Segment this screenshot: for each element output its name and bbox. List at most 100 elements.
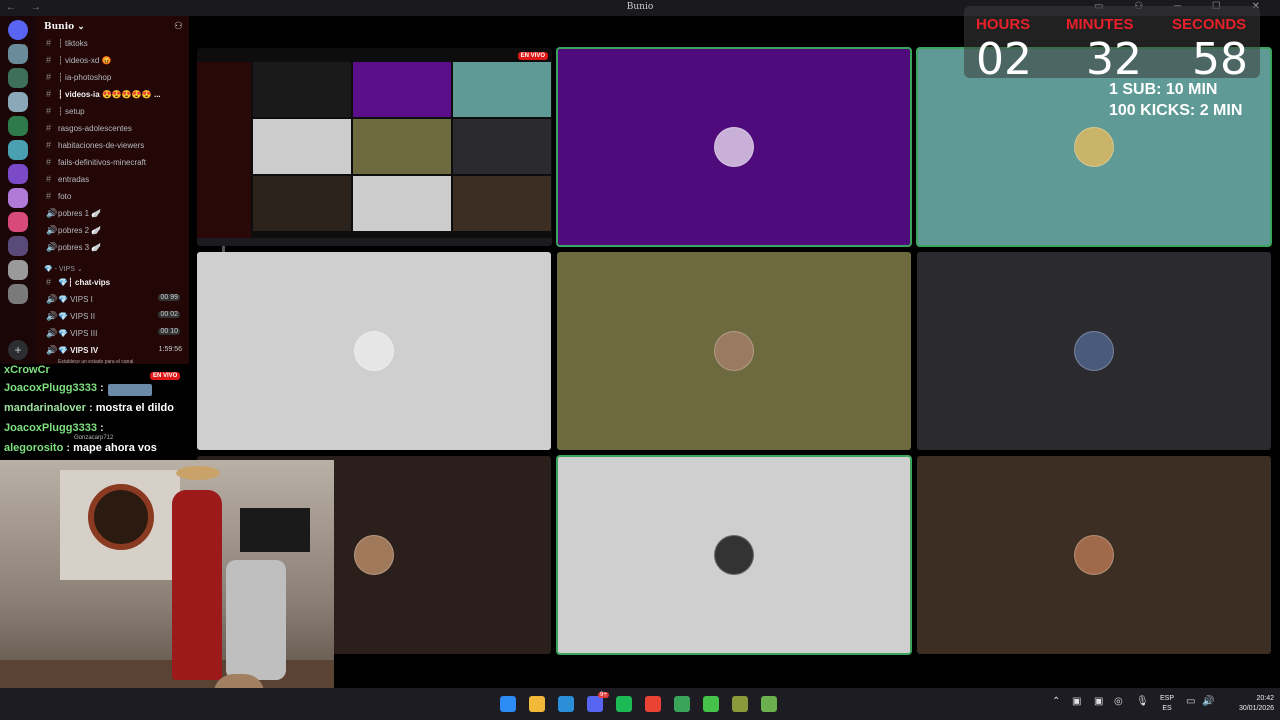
server-icon[interactable]: [8, 116, 28, 136]
channel-item[interactable]: 🔊 pobres 2 🪽: [36, 223, 186, 239]
file-explorer-icon[interactable]: [529, 696, 545, 712]
speaker-icon: 🔊: [46, 328, 58, 338]
display-icon[interactable]: ▭: [1186, 696, 1195, 707]
webcam-poster-hole: [88, 484, 154, 550]
seconds-value: 58: [1192, 34, 1248, 85]
user-limit-badge: 00 10: [158, 328, 180, 335]
subathon-timer: HOURS MINUTES SECONDS 02 32 58: [964, 6, 1260, 85]
user-limit-badge: 00 02: [158, 311, 180, 318]
channel-item[interactable]: # ┆ setup: [36, 104, 186, 120]
server-name[interactable]: Bunio ⌄: [44, 22, 85, 32]
mini-taskbar: [197, 238, 552, 246]
participant-tile[interactable]: [557, 252, 911, 450]
mini-video-tile: [353, 62, 451, 117]
channel-label: pobres 2 🪽: [58, 226, 102, 235]
participant-tile[interactable]: [197, 252, 551, 450]
spotify-icon[interactable]: [616, 696, 632, 712]
chat-username: xCrowCr: [4, 364, 50, 376]
ccleaner-icon[interactable]: [558, 696, 574, 712]
channel-item[interactable]: # fails-definitivos-minecraft: [36, 155, 186, 171]
channel-item[interactable]: # foto: [36, 189, 186, 205]
hash-icon: #: [46, 89, 52, 99]
participant-avatar: [354, 331, 394, 371]
tray-app-icon-2[interactable]: ▣: [1094, 696, 1103, 707]
volume-icon[interactable]: 🔊: [1202, 696, 1214, 707]
channel-item[interactable]: # ┆ tiktoks: [36, 36, 186, 52]
stream-chat-overlay: EN VIVO xCrowCr JoacoxPlugg3333 : mandari…: [0, 364, 190, 460]
speaker-icon: 🔊: [46, 242, 58, 252]
participant-avatar: [1074, 331, 1114, 371]
channel-label: 💎 VIPS I: [58, 295, 93, 304]
channel-item[interactable]: 🔊 pobres 3 🪽: [36, 240, 186, 256]
server-icon[interactable]: [8, 188, 28, 208]
chrome-icon[interactable]: [645, 696, 661, 712]
channel-item[interactable]: # entradas: [36, 172, 186, 188]
add-member-icon[interactable]: ⚇: [174, 21, 183, 32]
channel-item[interactable]: 🔊 💎 VIPS I 00 99: [36, 292, 186, 308]
voice-user-name: Gonzacarp712: [74, 435, 114, 441]
channel-label: entradas: [58, 175, 90, 184]
participant-tile[interactable]: [556, 47, 912, 247]
speaker-icon: 🔊: [46, 311, 58, 321]
hash-icon: #: [46, 38, 52, 48]
participant-avatar: [1074, 535, 1114, 575]
channel-item[interactable]: 🔊 💎 VIPS II 00 02: [36, 309, 186, 325]
channel-label: pobres 3 🪽: [58, 243, 102, 252]
hash-icon: #: [46, 277, 52, 287]
server-icon[interactable]: [8, 236, 28, 256]
channel-item[interactable]: # ┆ videos-xd 😡: [36, 53, 186, 69]
add-server-icon[interactable]: +: [8, 340, 28, 360]
chat-text: mostra el dildo: [95, 402, 174, 414]
screen-share-tile[interactable]: EN VIVO: [197, 48, 552, 246]
discord-icon[interactable]: [587, 696, 603, 712]
hash-icon: #: [46, 106, 52, 116]
chat-username: JoacoxPlugg3333: [4, 422, 97, 434]
participant-tile[interactable]: [917, 456, 1271, 654]
rule-kicks: 100 KICKS: 2 MIN: [1109, 102, 1243, 119]
channel-label: ┆ tiktoks: [58, 39, 88, 48]
category-vips[interactable]: 💎 - VIPS ⌄: [44, 265, 83, 273]
channel-item[interactable]: # ┆ videos-ia 😍😍😍😍😍 ...: [36, 87, 186, 103]
app-icon[interactable]: [732, 696, 748, 712]
clock-time: 20:42: [1256, 695, 1274, 702]
mini-video-tile: [253, 176, 351, 231]
app-icon[interactable]: [674, 696, 690, 712]
tray-network-icon[interactable]: ◎: [1114, 696, 1123, 707]
user-limit-badge: 00 99: [158, 294, 180, 301]
hash-icon: #: [46, 174, 52, 184]
language-indicator[interactable]: ESP ES: [1160, 694, 1174, 714]
server-icon[interactable]: [8, 44, 28, 64]
server-icon[interactable]: [8, 212, 28, 232]
chat-separator: :: [63, 442, 74, 454]
channel-item[interactable]: 🔊 pobres 1 🪽: [36, 206, 186, 222]
channel-item[interactable]: # 💎┆ chat-vips: [36, 275, 186, 291]
server-icon[interactable]: [8, 164, 28, 184]
server-icon[interactable]: [8, 92, 28, 112]
app-icon[interactable]: [703, 696, 719, 712]
windows-start-icon[interactable]: [500, 696, 516, 712]
channel-item[interactable]: 🔊 💎 VIPS III 00 10: [36, 326, 186, 342]
channel-item[interactable]: 🔊 💎 VIPS IV 1:59:56: [36, 343, 186, 359]
server-icon[interactable]: [8, 260, 28, 280]
server-icon[interactable]: [8, 68, 28, 88]
clock[interactable]: 20:42 30/01/2026: [1222, 694, 1274, 714]
webcam-feed: [0, 460, 334, 720]
channel-item[interactable]: # rasgos-adolescentes: [36, 121, 186, 137]
channel-item[interactable]: # ┆ ia-photoshop: [36, 70, 186, 86]
server-icon[interactable]: [8, 284, 28, 304]
minecraft-icon[interactable]: [761, 696, 777, 712]
channel-item[interactable]: # habitaciones-de-viewers: [36, 138, 186, 154]
chat-message: mandarinalover : mostra el dildo: [4, 402, 174, 414]
mini-video-tile: [453, 119, 551, 174]
server-icon[interactable]: [8, 140, 28, 160]
hash-icon: #: [46, 191, 52, 201]
participant-tile[interactable]: [556, 455, 912, 655]
share-live-badge: EN VIVO: [517, 52, 548, 60]
microphone-icon[interactable]: 🎙: [1136, 696, 1149, 707]
tray-overflow-icon[interactable]: ⌃: [1052, 696, 1060, 707]
chat-message: JoacoxPlugg3333 :: [4, 422, 104, 434]
tray-app-icon-1[interactable]: ▣: [1072, 696, 1081, 707]
participant-tile[interactable]: [917, 252, 1271, 450]
discord-home-icon[interactable]: [8, 20, 28, 40]
speaker-icon: 🔊: [46, 225, 58, 235]
